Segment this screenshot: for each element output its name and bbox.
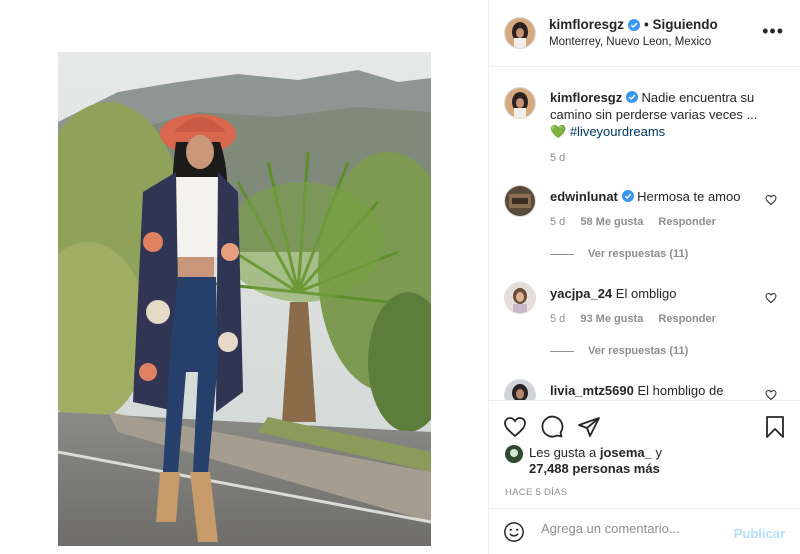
verified-badge-icon — [621, 190, 634, 202]
caption-username[interactable]: kimfloresgz — [550, 90, 622, 105]
post-sidebar: kimfloresgz • Siguiendo Monterrey, Nuevo… — [488, 0, 800, 554]
view-replies-label: Ver respuestas (11) — [588, 248, 689, 260]
comments-list[interactable]: kimfloresgz Nadie encuentra su camino si… — [489, 68, 800, 400]
comment-like-heart-icon[interactable] — [765, 292, 777, 304]
post-photo[interactable] — [58, 52, 431, 546]
like-heart-icon[interactable] — [503, 415, 527, 439]
green-heart-emoji: 💚 — [550, 124, 567, 139]
comment-input[interactable] — [541, 521, 721, 536]
comment-username[interactable]: yacjpa_24 — [550, 286, 612, 301]
author-username[interactable]: kimfloresgz — [549, 17, 624, 32]
post-date[interactable]: HACE 5 DÍAS — [505, 487, 567, 498]
view-replies-button[interactable]: Ver respuestas (11) — [550, 345, 688, 357]
comment-avatar[interactable] — [505, 283, 535, 313]
caption-time[interactable]: 5 d — [550, 152, 565, 164]
likes-prefix: Les gusta a — [529, 445, 597, 460]
publish-button[interactable]: Publicar — [734, 526, 785, 541]
comment-avatar[interactable] — [505, 186, 535, 216]
author-avatar[interactable] — [505, 18, 535, 48]
comment-text: livia_mtz5690 El hombligo de — [550, 382, 765, 399]
likes-count[interactable]: 27,488 personas más — [529, 461, 660, 476]
media-panel — [0, 0, 488, 554]
likes-conj: y — [655, 445, 663, 460]
share-paper-plane-icon[interactable] — [577, 415, 601, 439]
header-user: kimfloresgz • Siguiendo — [549, 17, 718, 32]
add-comment-bar: Publicar — [489, 508, 800, 554]
comment-like-heart-icon[interactable] — [765, 389, 777, 400]
liker-username[interactable]: josema_ — [600, 445, 652, 460]
comment-meta: 5 d 93 Me gusta Responder — [550, 313, 728, 325]
comment-text: yacjpa_24 El ombligo — [550, 285, 765, 302]
replies-divider — [550, 350, 574, 352]
post-header: kimfloresgz • Siguiendo Monterrey, Nuevo… — [489, 0, 800, 67]
view-replies-label: Ver respuestas (11) — [588, 345, 689, 357]
comment-time[interactable]: 5 d — [550, 313, 565, 325]
comment-username[interactable]: livia_mtz5690 — [550, 383, 634, 398]
comment-meta: 5 d 58 Me gusta Responder — [550, 216, 728, 228]
follow-status[interactable]: • Siguiendo — [644, 17, 718, 32]
reply-button[interactable]: Responder — [658, 216, 715, 228]
likes-text: Les gusta a josema_ y 27,488 personas má… — [529, 445, 662, 477]
comment-avatar[interactable] — [505, 380, 535, 400]
caption-text: kimfloresgz Nadie encuentra su camino si… — [550, 89, 765, 140]
reply-button[interactable]: Responder — [658, 313, 715, 325]
verified-badge-icon — [625, 91, 638, 103]
comment-like-heart-icon[interactable] — [765, 194, 777, 206]
comment-likes[interactable]: 58 Me gusta — [580, 216, 643, 228]
post-image — [58, 52, 431, 546]
verified-badge-icon — [628, 18, 641, 31]
emoji-smiley-icon[interactable] — [503, 521, 525, 543]
comment-username[interactable]: edwinlunat — [550, 189, 618, 204]
comment-time[interactable]: 5 d — [550, 216, 565, 228]
comment-bubble-icon[interactable] — [540, 415, 564, 439]
caption-avatar[interactable] — [505, 88, 535, 118]
comment-body: Hermosa te amoo — [637, 189, 741, 204]
replies-divider — [550, 253, 574, 255]
comment-likes[interactable]: 93 Me gusta — [580, 313, 643, 325]
post-location[interactable]: Monterrey, Nuevo Leon, Mexico — [549, 36, 711, 48]
view-replies-button[interactable]: Ver respuestas (11) — [550, 248, 688, 260]
hashtag-link[interactable]: #liveyourdreams — [570, 124, 665, 139]
caption-meta: 5 d — [550, 152, 577, 164]
comment-body: El ombligo — [615, 286, 677, 301]
comment-text: edwinlunat Hermosa te amoo — [550, 188, 765, 205]
more-dots-icon[interactable]: ••• — [762, 22, 784, 40]
likes-summary: Les gusta a josema_ y 27,488 personas má… — [505, 445, 662, 477]
liker-avatar[interactable] — [505, 445, 523, 463]
post-actions: Les gusta a josema_ y 27,488 personas má… — [489, 400, 800, 508]
save-bookmark-icon[interactable] — [763, 415, 787, 439]
comment-body: El hombligo de — [637, 383, 724, 398]
